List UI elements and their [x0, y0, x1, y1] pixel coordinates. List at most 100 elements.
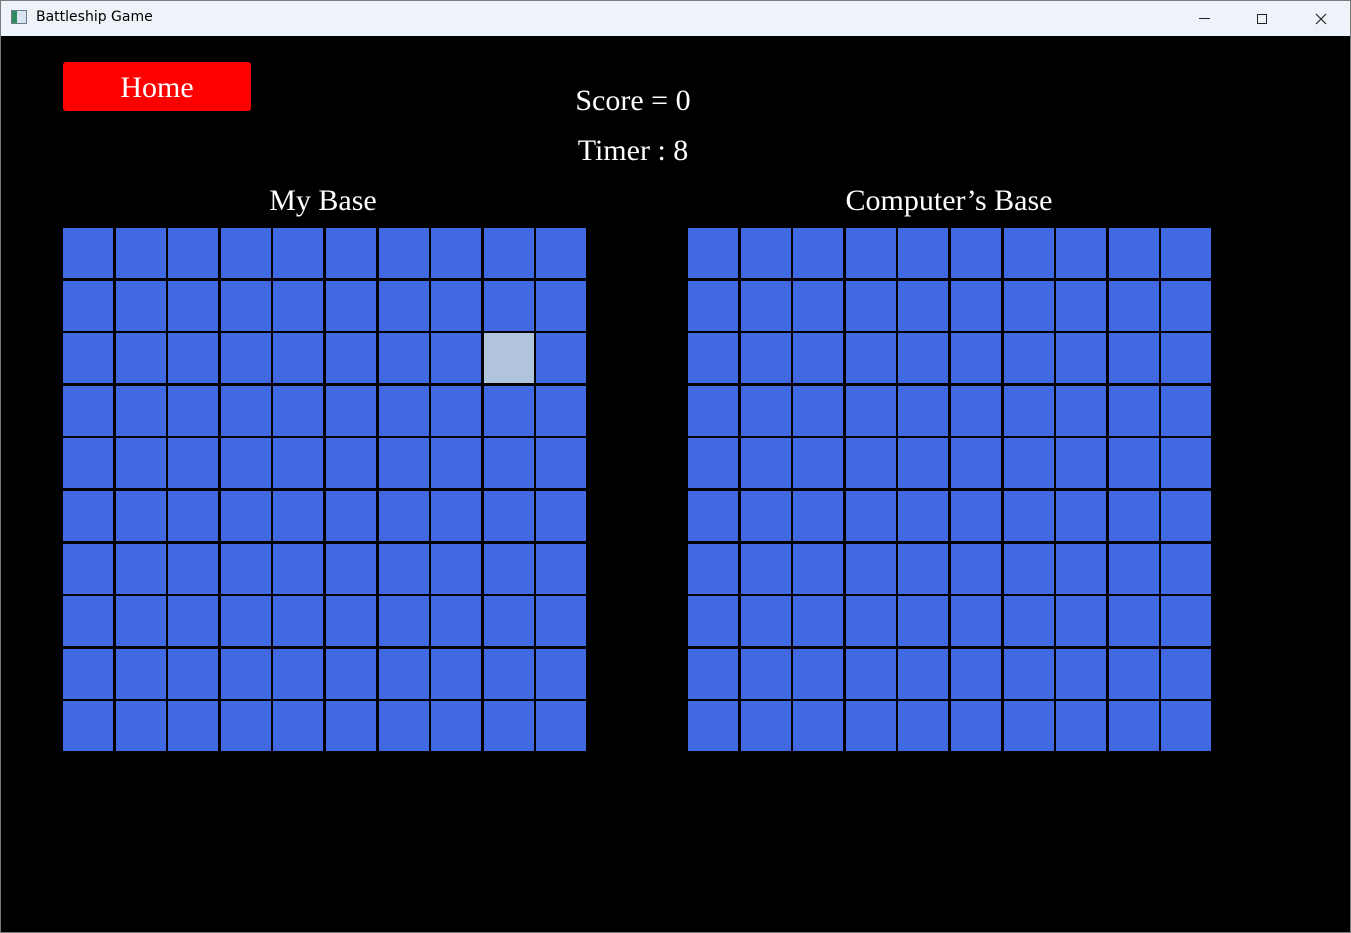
my-base-cell-r3-c10[interactable]	[536, 333, 587, 384]
my-base-cell-r3-c4[interactable]	[220, 333, 271, 384]
my-base-cell-r10-c5[interactable]	[273, 701, 324, 752]
computer-base-cell-r4-c5[interactable]	[898, 385, 949, 436]
computer-base-cell-r9-c1[interactable]	[688, 648, 738, 699]
computer-base-cell-r4-c10[interactable]	[1161, 385, 1212, 436]
my-base-cell-r6-c10[interactable]	[536, 490, 587, 541]
my-base-cell-r7-c1[interactable]	[63, 543, 113, 594]
computer-base-cell-r2-c1[interactable]	[688, 280, 738, 331]
computer-base-cell-r10-c6[interactable]	[950, 701, 1001, 752]
my-base-cell-r9-c1[interactable]	[63, 648, 113, 699]
my-base-cell-r2-c3[interactable]	[168, 280, 219, 331]
my-base-cell-r3-c6[interactable]	[325, 333, 376, 384]
computer-base-cell-r3-c9[interactable]	[1108, 333, 1159, 384]
my-base-cell-r10-c2[interactable]	[115, 701, 166, 752]
my-base-cell-r6-c3[interactable]	[168, 490, 219, 541]
computer-base-cell-r10-c1[interactable]	[688, 701, 738, 752]
computer-base-cell-r4-c9[interactable]	[1108, 385, 1159, 436]
computer-base-cell-r3-c3[interactable]	[793, 333, 844, 384]
computer-base-cell-r2-c2[interactable]	[740, 280, 791, 331]
my-base-cell-r4-c4[interactable]	[220, 385, 271, 436]
my-base-cell-r10-c4[interactable]	[220, 701, 271, 752]
computer-base-cell-r4-c7[interactable]	[1003, 385, 1054, 436]
my-base-cell-r1-c4[interactable]	[220, 228, 271, 278]
my-base-cell-r5-c5[interactable]	[273, 438, 324, 489]
my-base-cell-r3-c5[interactable]	[273, 333, 324, 384]
home-button[interactable]: Home	[63, 62, 251, 111]
my-base-cell-r3-c1[interactable]	[63, 333, 113, 384]
my-base-cell-r3-c3[interactable]	[168, 333, 219, 384]
computer-base-cell-r10-c9[interactable]	[1108, 701, 1159, 752]
my-base-cell-r1-c7[interactable]	[378, 228, 429, 278]
computer-base-cell-r2-c8[interactable]	[1056, 280, 1107, 331]
my-base-cell-r10-c6[interactable]	[325, 701, 376, 752]
my-base-cell-r6-c6[interactable]	[325, 490, 376, 541]
my-base-cell-r9-c7[interactable]	[378, 648, 429, 699]
computer-base-cell-r6-c2[interactable]	[740, 490, 791, 541]
my-base-cell-r4-c7[interactable]	[378, 385, 429, 436]
my-base-cell-r5-c1[interactable]	[63, 438, 113, 489]
my-base-cell-r9-c4[interactable]	[220, 648, 271, 699]
my-base-cell-r2-c2[interactable]	[115, 280, 166, 331]
computer-base-cell-r5-c9[interactable]	[1108, 438, 1159, 489]
computer-base-cell-r1-c4[interactable]	[845, 228, 896, 278]
computer-base-cell-r10-c2[interactable]	[740, 701, 791, 752]
computer-base-cell-r3-c7[interactable]	[1003, 333, 1054, 384]
my-base-cell-r6-c5[interactable]	[273, 490, 324, 541]
my-base-cell-r7-c9[interactable]	[483, 543, 534, 594]
computer-base-cell-r4-c3[interactable]	[793, 385, 844, 436]
my-base-cell-r10-c8[interactable]	[431, 701, 482, 752]
my-base-cell-r4-c5[interactable]	[273, 385, 324, 436]
computer-base-cell-r8-c2[interactable]	[740, 596, 791, 647]
computer-base-cell-r5-c8[interactable]	[1056, 438, 1107, 489]
computer-base-cell-r6-c3[interactable]	[793, 490, 844, 541]
computer-base-cell-r7-c1[interactable]	[688, 543, 738, 594]
my-base-cell-r7-c2[interactable]	[115, 543, 166, 594]
my-base-cell-r4-c3[interactable]	[168, 385, 219, 436]
computer-base-cell-r6-c9[interactable]	[1108, 490, 1159, 541]
my-base-cell-r6-c8[interactable]	[431, 490, 482, 541]
my-base-cell-r6-c7[interactable]	[378, 490, 429, 541]
computer-base-cell-r8-c10[interactable]	[1161, 596, 1212, 647]
my-base-cell-r8-c2[interactable]	[115, 596, 166, 647]
computer-base-cell-r10-c5[interactable]	[898, 701, 949, 752]
my-base-cell-r5-c6[interactable]	[325, 438, 376, 489]
computer-base-cell-r8-c4[interactable]	[845, 596, 896, 647]
computer-base-cell-r7-c8[interactable]	[1056, 543, 1107, 594]
computer-base-cell-r9-c8[interactable]	[1056, 648, 1107, 699]
computer-base-cell-r5-c10[interactable]	[1161, 438, 1212, 489]
my-base-cell-r8-c7[interactable]	[378, 596, 429, 647]
computer-base-cell-r5-c1[interactable]	[688, 438, 738, 489]
computer-base-cell-r5-c6[interactable]	[950, 438, 1001, 489]
computer-base-cell-r4-c4[interactable]	[845, 385, 896, 436]
my-base-cell-r3-c9[interactable]	[483, 333, 534, 384]
my-base-cell-r2-c10[interactable]	[536, 280, 587, 331]
my-base-cell-r1-c6[interactable]	[325, 228, 376, 278]
computer-base-cell-r3-c6[interactable]	[950, 333, 1001, 384]
my-base-cell-r6-c1[interactable]	[63, 490, 113, 541]
my-base-cell-r10-c1[interactable]	[63, 701, 113, 752]
computer-base-cell-r4-c2[interactable]	[740, 385, 791, 436]
my-base-cell-r5-c4[interactable]	[220, 438, 271, 489]
computer-base-cell-r6-c10[interactable]	[1161, 490, 1212, 541]
my-base-cell-r5-c7[interactable]	[378, 438, 429, 489]
my-base-cell-r1-c1[interactable]	[63, 228, 113, 278]
computer-base-cell-r8-c5[interactable]	[898, 596, 949, 647]
my-base-cell-r10-c3[interactable]	[168, 701, 219, 752]
my-base-cell-r4-c6[interactable]	[325, 385, 376, 436]
computer-base-cell-r10-c8[interactable]	[1056, 701, 1107, 752]
my-base-cell-r6-c4[interactable]	[220, 490, 271, 541]
my-base-cell-r7-c5[interactable]	[273, 543, 324, 594]
my-base-cell-r1-c2[interactable]	[115, 228, 166, 278]
computer-base-cell-r3-c4[interactable]	[845, 333, 896, 384]
computer-base-cell-r6-c5[interactable]	[898, 490, 949, 541]
computer-base-cell-r2-c3[interactable]	[793, 280, 844, 331]
computer-base-cell-r5-c3[interactable]	[793, 438, 844, 489]
my-base-cell-r9-c10[interactable]	[536, 648, 587, 699]
my-base-cell-r2-c7[interactable]	[378, 280, 429, 331]
computer-base-cell-r8-c7[interactable]	[1003, 596, 1054, 647]
my-base-cell-r4-c8[interactable]	[431, 385, 482, 436]
my-base-cell-r2-c8[interactable]	[431, 280, 482, 331]
computer-base-cell-r1-c6[interactable]	[950, 228, 1001, 278]
my-base-cell-r2-c9[interactable]	[483, 280, 534, 331]
computer-base-cell-r6-c1[interactable]	[688, 490, 738, 541]
